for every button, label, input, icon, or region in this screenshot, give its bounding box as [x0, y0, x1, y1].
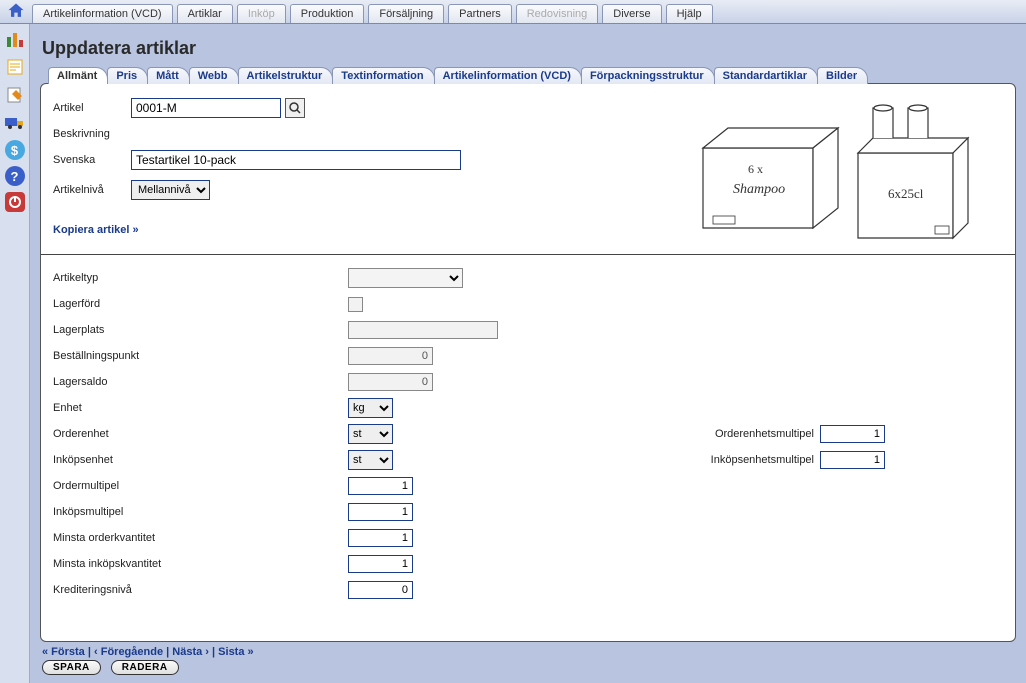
menu-tab[interactable]: Försäljning — [368, 4, 444, 23]
page-title: Uppdatera artiklar — [42, 38, 1016, 59]
form-tab[interactable]: Allmänt — [48, 67, 108, 84]
form-tab[interactable]: Bilder — [817, 67, 868, 84]
nav-last[interactable]: Sista » — [218, 646, 253, 658]
form-tabs: AllmäntPrisMåttWebbArtikelstrukturTextin… — [40, 67, 1016, 84]
menu-tab[interactable]: Artiklar — [177, 4, 233, 23]
lagersaldo-label: Lagersaldo — [53, 376, 348, 388]
svg-text:Shampoo: Shampoo — [733, 182, 785, 197]
top-menu-bar: Artikelinformation (VCD)ArtiklarInköpPro… — [0, 0, 1026, 24]
inkopsmultipel-input[interactable] — [348, 503, 413, 521]
artikel-input[interactable] — [131, 98, 281, 118]
home-icon[interactable] — [6, 1, 26, 21]
product-illustration: 6 x Shampoo 6x25cl — [683, 98, 1003, 248]
form-tab[interactable]: Artikelstruktur — [238, 67, 334, 84]
left-icon-bar: $ ? — [0, 24, 30, 683]
nav-next[interactable]: Nästa › — [172, 646, 209, 658]
search-button[interactable] — [285, 98, 305, 118]
kreditering-label: Krediteringsnivå — [53, 584, 348, 596]
form-panel: Artikel Beskrivning Svenska Artikelnivå … — [40, 83, 1016, 642]
menu-tab[interactable]: Artikelinformation (VCD) — [32, 4, 173, 23]
artikel-label: Artikel — [53, 102, 131, 114]
form-tab[interactable]: Textinformation — [332, 67, 434, 84]
kreditering-input[interactable] — [348, 581, 413, 599]
bestallningspunkt-label: Beställningspunkt — [53, 350, 348, 362]
niva-select[interactable]: Mellannivå — [131, 180, 210, 200]
form-tab[interactable]: Standardartiklar — [714, 67, 818, 84]
help-icon[interactable]: ? — [5, 166, 25, 186]
lagerplats-input[interactable] — [348, 321, 498, 339]
money-icon[interactable]: $ — [5, 140, 25, 160]
artikeltyp-label: Artikeltyp — [53, 272, 348, 284]
copy-article-link[interactable]: Kopiera artikel » — [53, 224, 139, 236]
chart-icon[interactable] — [4, 28, 26, 50]
ordermultipel-input[interactable] — [348, 477, 413, 495]
enhet-select[interactable]: kg — [348, 398, 393, 418]
nav-prev[interactable]: ‹ Föregående — [94, 646, 163, 658]
delete-button[interactable]: RADERA — [111, 660, 179, 675]
minorder-input[interactable] — [348, 529, 413, 547]
form-tab[interactable]: Webb — [189, 67, 239, 84]
menu-tab[interactable]: Hjälp — [666, 4, 713, 23]
form-tab[interactable]: Artikelinformation (VCD) — [434, 67, 582, 84]
record-navigation: « Första | ‹ Föregående | Nästa › | Sist… — [40, 642, 1016, 677]
truck-icon[interactable] — [4, 112, 26, 134]
lagerplats-label: Lagerplats — [53, 324, 348, 336]
inkopsmultipel-label: Inköpsmultipel — [53, 506, 348, 518]
svg-text:6x25cl: 6x25cl — [888, 186, 924, 201]
menu-tab[interactable]: Partners — [448, 4, 512, 23]
search-icon — [289, 102, 301, 114]
nav-first[interactable]: « Första — [42, 646, 85, 658]
menu-tab: Redovisning — [516, 4, 599, 23]
fields-scroll-area[interactable]: Artikeltyp Lagerförd Lagerplats Beställn… — [41, 255, 1015, 641]
niva-label: Artikelnivå — [53, 184, 131, 196]
orderenhet-select[interactable]: st — [348, 424, 393, 444]
note-icon[interactable] — [4, 56, 26, 78]
beskrivning-label: Beskrivning — [53, 128, 131, 140]
svg-text:6 x: 6 x — [748, 162, 763, 176]
menu-tab[interactable]: Diverse — [602, 4, 661, 23]
form-tab[interactable]: Förpackningsstruktur — [581, 67, 715, 84]
lagerford-label: Lagerförd — [53, 298, 348, 310]
inkopsenhetsmultipel-input[interactable] — [820, 451, 885, 469]
ordermultipel-label: Ordermultipel — [53, 480, 348, 492]
svenska-input[interactable] — [131, 150, 461, 170]
inkopsenhet-select[interactable]: st — [348, 450, 393, 470]
lagerford-checkbox[interactable] — [348, 297, 363, 312]
form-tab[interactable]: Mått — [147, 67, 190, 84]
bestallningspunkt-input[interactable] — [348, 347, 433, 365]
menu-tab[interactable]: Produktion — [290, 4, 365, 23]
minorder-label: Minsta orderkvantitet — [53, 532, 348, 544]
mininkop-input[interactable] — [348, 555, 413, 573]
orderenhetsmultipel-input[interactable] — [820, 425, 885, 443]
menu-tab: Inköp — [237, 4, 286, 23]
svenska-label: Svenska — [53, 154, 131, 166]
artikeltyp-select[interactable] — [348, 268, 463, 288]
inkopsenhetsmultipel-label: Inköpsenhetsmultipel — [711, 454, 814, 466]
lagersaldo-input[interactable] — [348, 373, 433, 391]
power-icon[interactable] — [5, 192, 25, 212]
form-tab[interactable]: Pris — [107, 67, 148, 84]
orderenhet-label: Orderenhet — [53, 428, 348, 440]
save-button[interactable]: SPARA — [42, 660, 101, 675]
inkopsenhet-label: Inköpsenhet — [53, 454, 348, 466]
orderenhetsmultipel-label: Orderenhetsmultipel — [715, 428, 814, 440]
enhet-label: Enhet — [53, 402, 348, 414]
edit-doc-icon[interactable] — [4, 84, 26, 106]
mininkop-label: Minsta inköpskvantitet — [53, 558, 348, 570]
